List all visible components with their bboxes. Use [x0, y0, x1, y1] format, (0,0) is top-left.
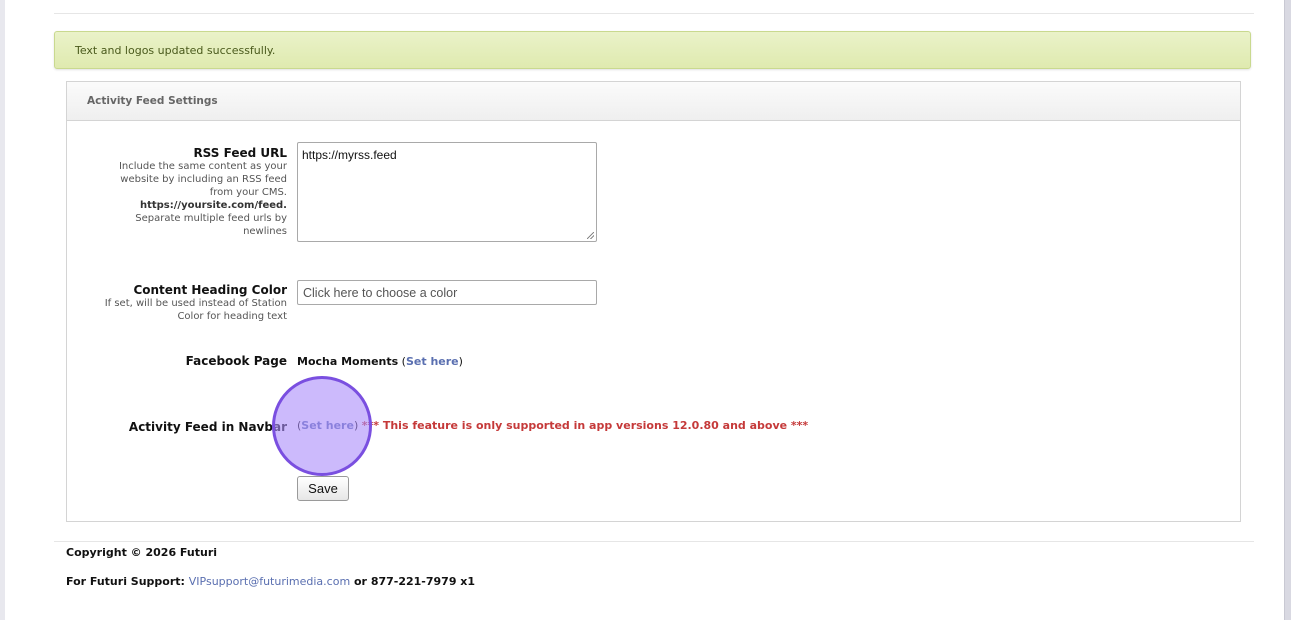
navbar-value: (Set here) *** This feature is only supp…	[297, 419, 808, 432]
facebook-open-paren: (	[398, 355, 406, 368]
rss-feed-url-label: RSS Feed URL	[193, 146, 287, 160]
success-alert: Text and logos updated successfully.	[54, 31, 1251, 69]
navbar-label-group: Activity Feed in Navbar	[129, 420, 287, 434]
footer-divider	[54, 541, 1254, 542]
window-scrollbar[interactable]	[1284, 0, 1291, 620]
facebook-page-label-group: Facebook Page	[186, 354, 287, 368]
rss-feed-url-textarea[interactable]: https://myrss.feed	[297, 142, 597, 242]
rss-feed-url-label-group: RSS Feed URL Include the same content as…	[107, 146, 287, 238]
facebook-set-here-link[interactable]: Set here	[406, 355, 459, 368]
support-prefix: For Futuri Support:	[66, 575, 189, 588]
panel-title: Activity Feed Settings	[87, 95, 218, 107]
rss-help-line: website by including an RSS feed	[120, 174, 287, 185]
rss-help-line: Separate multiple feed urls by	[135, 213, 287, 224]
rss-help-line: Include the same content as your	[118, 161, 287, 172]
top-divider	[54, 13, 1254, 14]
window-left-border	[0, 0, 5, 620]
support-email-link[interactable]: VIPsupport@futurimedia.com	[189, 575, 350, 588]
rss-help-example: https://yoursite.com/feed.	[139, 200, 287, 211]
heading-color-input[interactable]: Click here to choose a color	[297, 280, 597, 305]
facebook-page-name: Mocha Moments	[297, 355, 399, 368]
copyright-text: Copyright © 2026 Futuri	[66, 546, 218, 559]
facebook-page-value: Mocha Moments (Set here)	[297, 355, 463, 368]
save-button[interactable]: Save	[297, 476, 349, 501]
navbar-close-paren: )	[353, 419, 362, 432]
rss-help-line: from your CMS.	[209, 187, 287, 198]
heading-color-help-line: Color for heading text	[177, 311, 287, 322]
facebook-close-paren: )	[458, 355, 463, 368]
support-suffix: or 877-221-7979 x1	[350, 575, 476, 588]
panel-header: Activity Feed Settings	[67, 82, 1240, 121]
heading-color-placeholder: Click here to choose a color	[303, 286, 458, 300]
textarea-resize-handle[interactable]	[587, 232, 594, 239]
support-line: For Futuri Support: VIPsupport@futurimed…	[66, 575, 475, 588]
facebook-page-label: Facebook Page	[185, 354, 287, 368]
heading-color-help-line: If set, will be used instead of Station	[104, 298, 287, 309]
rss-feed-url-value: https://myrss.feed	[302, 148, 397, 162]
navbar-set-here-link[interactable]: Set here	[301, 419, 354, 432]
rss-help-line: newlines	[243, 226, 287, 237]
content-heading-color-label-group: Content Heading Color If set, will be us…	[87, 283, 287, 323]
content-heading-color-label: Content Heading Color	[133, 283, 287, 297]
activity-feed-navbar-label: Activity Feed in Navbar	[128, 420, 287, 434]
version-warning: *** This feature is only supported in ap…	[361, 419, 809, 432]
success-alert-message: Text and logos updated successfully.	[75, 44, 276, 57]
